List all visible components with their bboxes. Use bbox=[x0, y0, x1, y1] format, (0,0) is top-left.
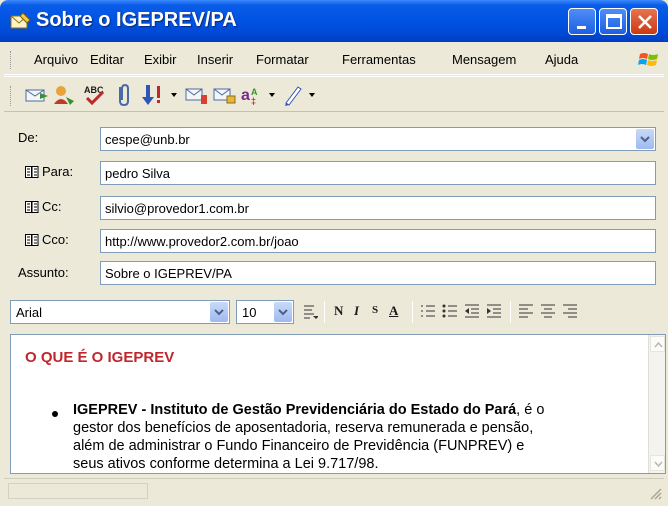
separator bbox=[324, 301, 325, 323]
svg-text:a: a bbox=[241, 87, 250, 104]
font-name-value: Arial bbox=[16, 305, 43, 320]
subject-field[interactable]: Sobre o IGEPREV/PA bbox=[100, 261, 656, 285]
bcc-field[interactable]: http://www.provedor2.com.br/joao bbox=[100, 229, 656, 253]
font-size-select[interactable]: 10 bbox=[236, 300, 294, 324]
menu-bar: Arquivo Editar Exibir Inserir Formatar F… bbox=[4, 45, 664, 75]
from-value: cespe@unb.br bbox=[105, 132, 190, 147]
from-dropdown-button[interactable] bbox=[636, 129, 654, 149]
toolbar-grip[interactable] bbox=[10, 86, 13, 106]
cc-value: silvio@provedor1.com.br bbox=[105, 201, 249, 216]
font-size-value: 10 bbox=[242, 305, 257, 320]
menu-ajuda[interactable]: Ajuda bbox=[545, 52, 578, 67]
scroll-down-button[interactable] bbox=[650, 455, 665, 471]
windows-logo-icon bbox=[638, 53, 658, 66]
from-field[interactable]: cespe@unb.br bbox=[100, 127, 656, 151]
envelope-edit-icon bbox=[10, 12, 31, 29]
stationery-icon[interactable] bbox=[280, 83, 306, 107]
chevron-down-icon bbox=[278, 309, 288, 316]
chevron-up-icon bbox=[654, 341, 663, 348]
close-button[interactable] bbox=[630, 8, 658, 35]
address-book-icon[interactable] bbox=[25, 166, 39, 178]
address-book-icon[interactable] bbox=[25, 201, 39, 213]
align-center-icon[interactable] bbox=[540, 304, 556, 318]
subject-label: Assunto: bbox=[18, 265, 69, 280]
message-line4: seus ativos conforme determina a Lei 9.7… bbox=[73, 456, 379, 472]
message-heading: O QUE É O IGEPREV bbox=[25, 349, 175, 366]
numbered-list-icon[interactable] bbox=[420, 304, 436, 318]
to-field[interactable]: pedro Silva bbox=[100, 161, 656, 185]
attach-icon[interactable] bbox=[110, 83, 136, 107]
bullet-dot bbox=[52, 411, 58, 417]
menu-inserir[interactable]: Inserir bbox=[197, 52, 233, 67]
vertical-scrollbar[interactable] bbox=[648, 335, 665, 473]
format-toolbar: Arial 10 N I S A bbox=[4, 290, 664, 330]
menu-ferramentas[interactable]: Ferramentas bbox=[342, 52, 416, 67]
message-line2: gestor dos benefícios de aposentadoria, … bbox=[73, 420, 534, 436]
separator bbox=[412, 301, 413, 323]
spelling-icon[interactable]: ABC bbox=[82, 83, 108, 107]
title-bar[interactable]: Sobre o IGEPREV/PA bbox=[0, 0, 668, 42]
resize-grip-icon[interactable] bbox=[648, 486, 662, 500]
cc-field[interactable]: silvio@provedor1.com.br bbox=[100, 196, 656, 220]
from-label: De: bbox=[18, 130, 39, 145]
priority-icon[interactable] bbox=[138, 83, 164, 107]
to-value: pedro Silva bbox=[105, 166, 171, 181]
chevron-down-icon bbox=[640, 136, 650, 143]
sign-icon[interactable] bbox=[184, 83, 210, 107]
svg-text:‡: ‡ bbox=[251, 96, 256, 106]
decrease-indent-icon[interactable] bbox=[464, 304, 480, 318]
to-label[interactable]: Para: bbox=[42, 164, 73, 179]
underline-button[interactable]: S bbox=[372, 304, 378, 316]
toolbar: ABC a A ‡ bbox=[4, 76, 664, 112]
message-body[interactable]: O QUE É O IGEPREV IGEPREV - Instituto de… bbox=[10, 334, 666, 474]
font-size-dropdown-button[interactable] bbox=[274, 302, 292, 322]
bullet-list-icon[interactable] bbox=[442, 304, 458, 318]
increase-indent-icon[interactable] bbox=[486, 304, 502, 318]
bcc-value: http://www.provedor2.com.br/joao bbox=[105, 234, 299, 249]
address-book-icon[interactable] bbox=[52, 83, 78, 107]
chevron-down-icon[interactable] bbox=[170, 92, 178, 98]
window-title: Sobre o IGEPREV/PA bbox=[36, 9, 237, 31]
menu-editar[interactable]: Editar bbox=[90, 52, 124, 67]
offline-icon[interactable]: a A ‡ bbox=[240, 83, 266, 107]
cc-label[interactable]: Cc: bbox=[42, 199, 62, 214]
bcc-label[interactable]: Cco: bbox=[42, 232, 69, 247]
maximize-button[interactable] bbox=[599, 8, 627, 35]
scroll-up-button[interactable] bbox=[650, 336, 665, 352]
maximize-icon bbox=[606, 14, 622, 29]
message-paragraph: IGEPREV - Instituto de Gestão Previdenci… bbox=[73, 401, 633, 473]
align-left-icon[interactable] bbox=[518, 304, 534, 318]
close-icon bbox=[638, 15, 652, 29]
minimize-button[interactable] bbox=[568, 8, 596, 35]
font-name-select[interactable]: Arial bbox=[10, 300, 230, 324]
chevron-down-icon[interactable] bbox=[308, 92, 316, 98]
status-panel bbox=[8, 483, 148, 499]
message-line3: além de administrar o Fundo Financeiro d… bbox=[73, 438, 525, 454]
bold-button[interactable]: N bbox=[334, 303, 343, 319]
minimize-icon bbox=[577, 26, 586, 29]
paragraph-style-icon[interactable] bbox=[302, 303, 318, 321]
menu-formatar[interactable]: Formatar bbox=[256, 52, 309, 67]
message-bold-text: IGEPREV - Instituto de Gestão Previdenci… bbox=[73, 402, 517, 418]
chevron-down-icon bbox=[214, 309, 224, 316]
send-icon[interactable] bbox=[24, 83, 50, 107]
message-line1: , é o bbox=[516, 402, 545, 418]
menu-arquivo[interactable]: Arquivo bbox=[34, 52, 78, 67]
italic-button[interactable]: I bbox=[354, 303, 359, 319]
menu-exibir[interactable]: Exibir bbox=[144, 52, 177, 67]
align-right-icon[interactable] bbox=[562, 304, 578, 318]
menu-mensagem[interactable]: Mensagem bbox=[452, 52, 516, 67]
status-bar bbox=[4, 478, 664, 502]
separator bbox=[510, 301, 511, 323]
encrypt-icon[interactable] bbox=[212, 83, 238, 107]
font-color-button[interactable]: A bbox=[389, 303, 398, 319]
menu-grip[interactable] bbox=[10, 51, 13, 69]
chevron-down-icon bbox=[654, 461, 663, 468]
font-name-dropdown-button[interactable] bbox=[210, 302, 228, 322]
chevron-down-icon[interactable] bbox=[268, 92, 276, 98]
subject-value: Sobre o IGEPREV/PA bbox=[105, 266, 232, 281]
address-book-icon[interactable] bbox=[25, 234, 39, 246]
